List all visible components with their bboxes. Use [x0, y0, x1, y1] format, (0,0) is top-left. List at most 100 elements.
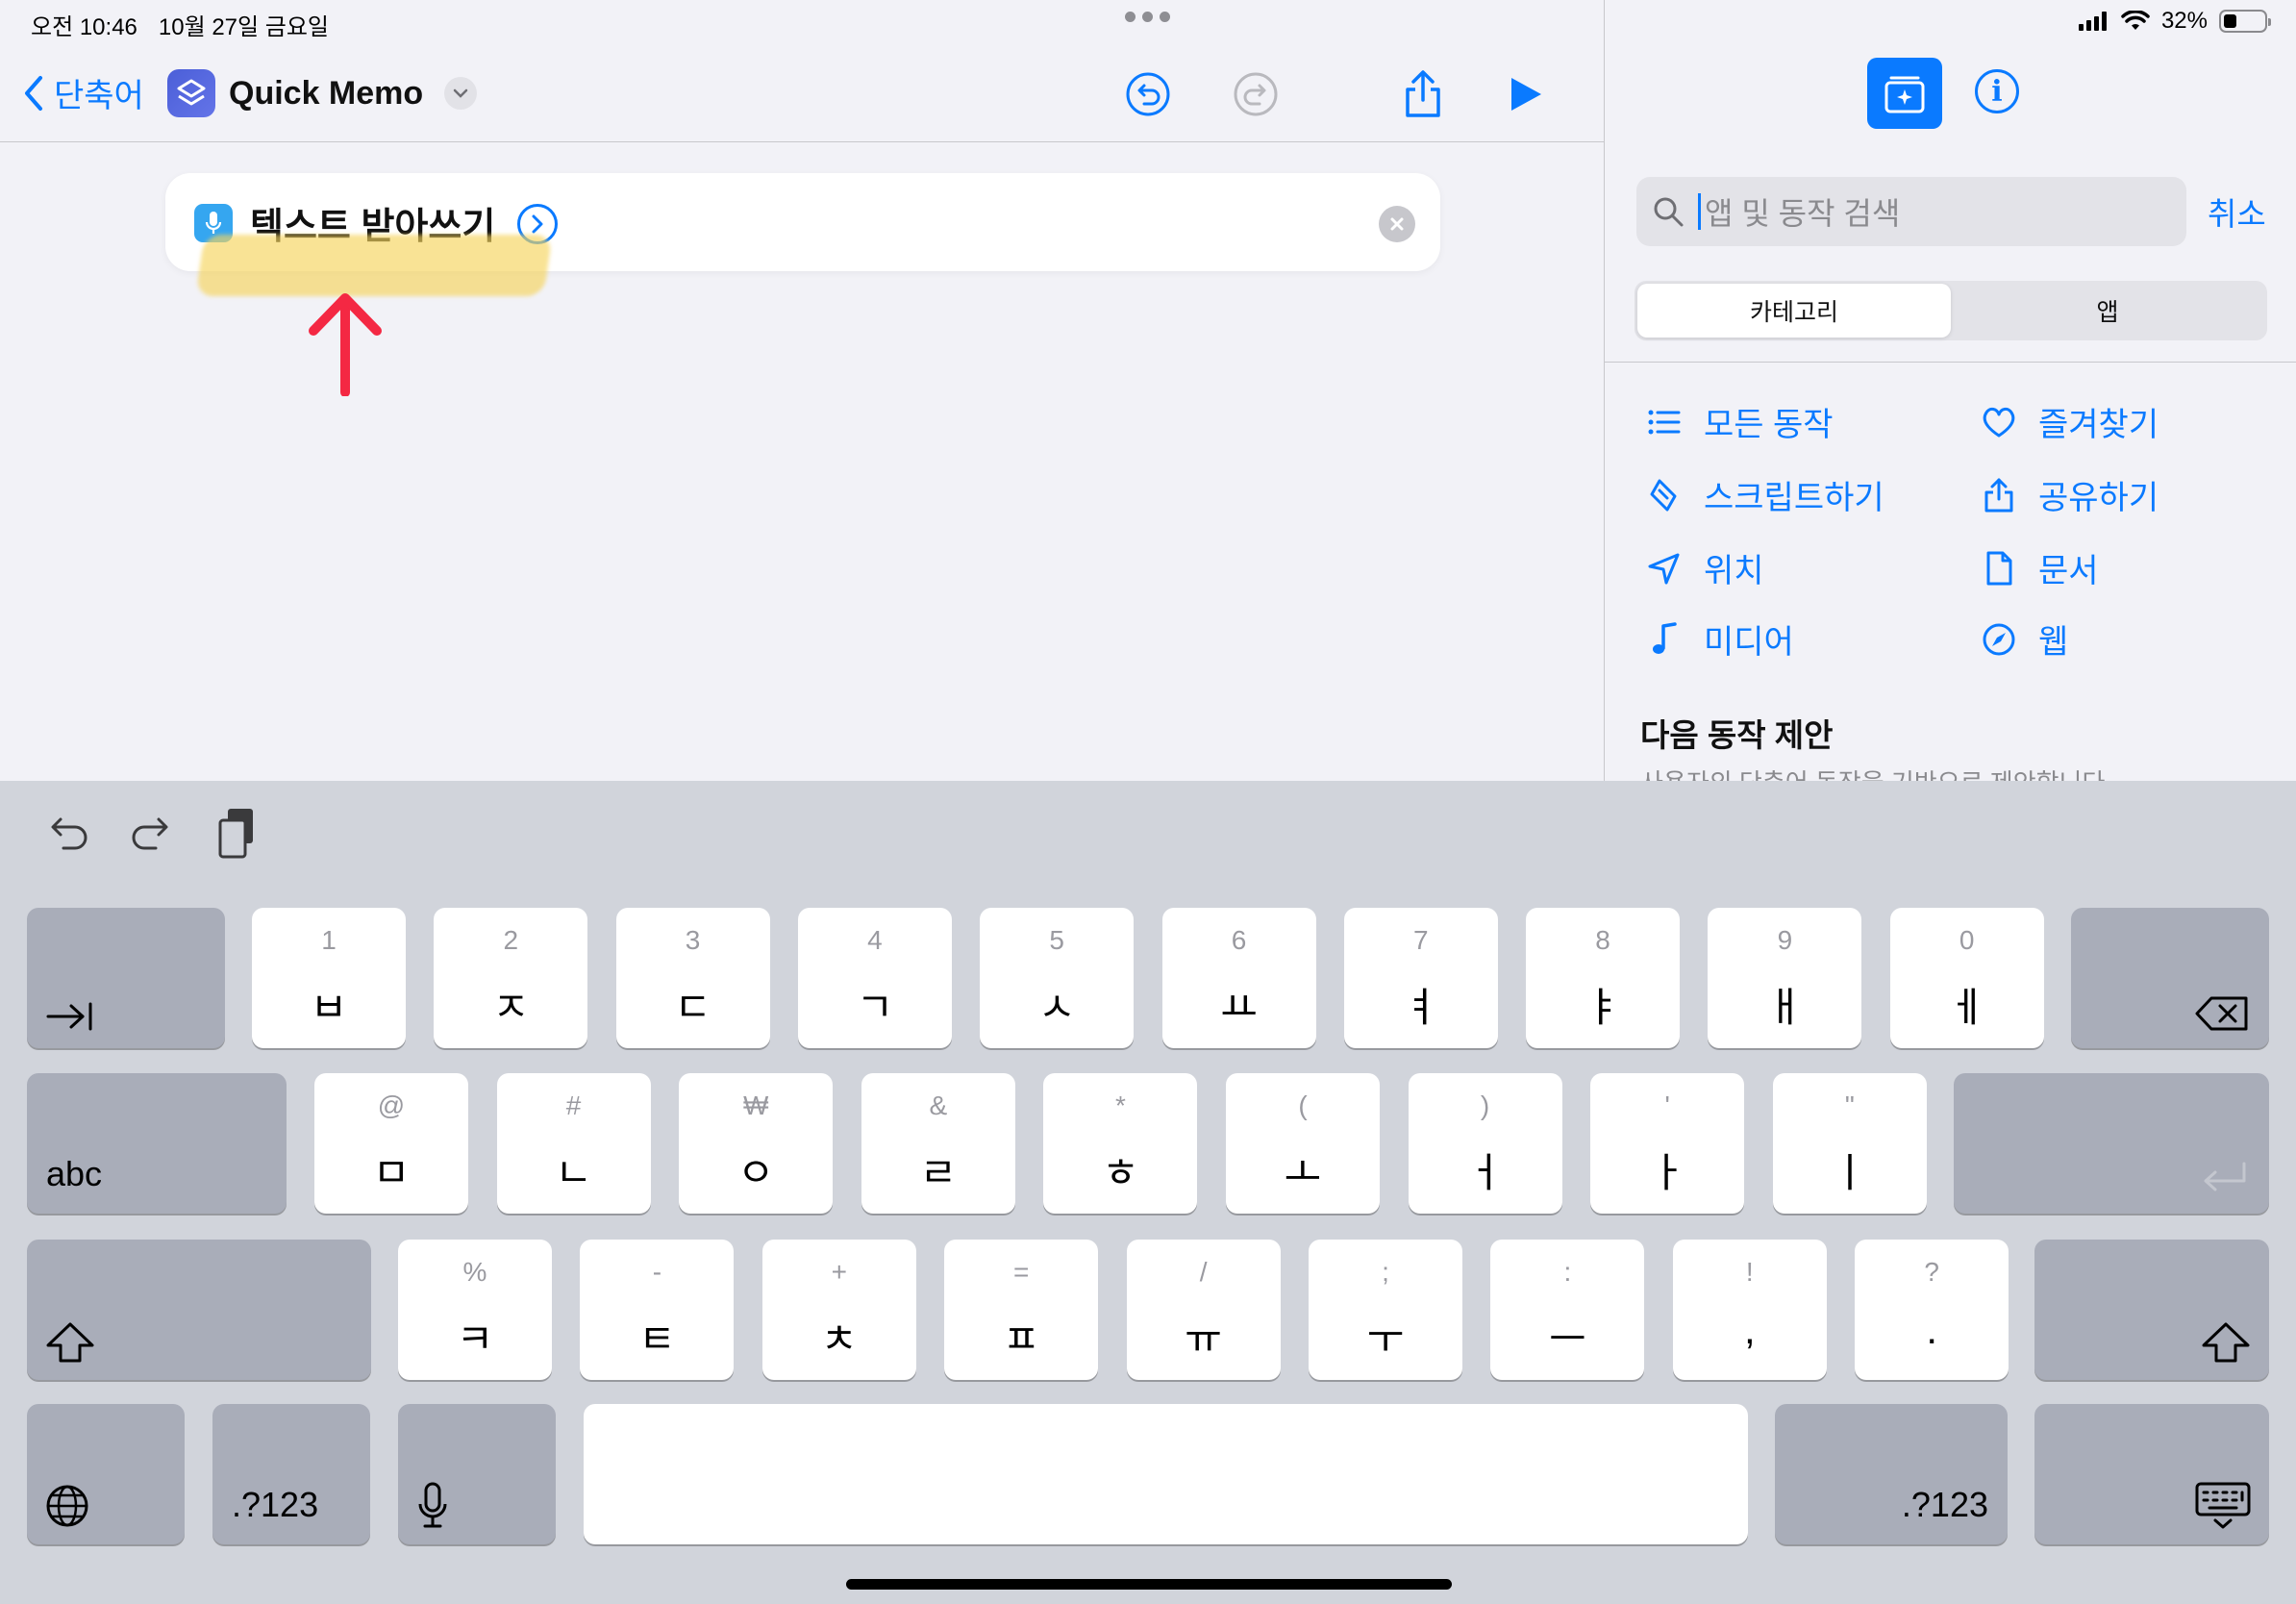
letter-key[interactable]: * ㅎ	[1043, 1073, 1198, 1214]
share-button[interactable]	[1396, 67, 1450, 121]
key-secondary-char: 4	[867, 925, 883, 955]
script-icon	[1650, 479, 1677, 511]
split-divider	[1604, 0, 1605, 781]
keyboard-paste-button[interactable]	[210, 804, 267, 862]
letter-key[interactable]: !,	[1672, 1240, 1827, 1380]
battery-level	[2224, 14, 2236, 28]
keyboard-redo-button[interactable]	[123, 804, 181, 862]
info-button[interactable]: i	[1975, 69, 2019, 113]
letter-key[interactable]: % ㅋ	[398, 1240, 552, 1380]
status-time: 오전 10:46	[31, 14, 137, 40]
letter-key[interactable]: 6ㅛ	[1161, 908, 1316, 1048]
letter-key[interactable]: @ ㅁ	[314, 1073, 468, 1214]
key-secondary-char: 9	[1777, 925, 1793, 955]
letter-key[interactable]: = ㅍ	[944, 1240, 1099, 1380]
category-label: 즐겨찾기	[2038, 407, 2159, 443]
letter-key[interactable]: + ㅊ	[761, 1240, 916, 1380]
category-favorites[interactable]: 즐겨찾기	[1981, 398, 2159, 445]
letter-key[interactable]: -ㅌ	[580, 1240, 735, 1380]
segment-apps[interactable]: 앱	[1951, 284, 2264, 338]
heart-icon	[1983, 407, 2015, 437]
key-primary-char: ㅜ	[1366, 1316, 1405, 1362]
key-primary-char: ㅕ	[1402, 985, 1440, 1030]
letter-key[interactable]: 3ㄷ	[615, 908, 770, 1048]
letter-key[interactable]: 1ㅂ	[252, 908, 406, 1048]
keyboard-undo-button[interactable]	[38, 804, 96, 862]
document-icon	[1986, 551, 2012, 585]
category-sharing[interactable]: 공유하기	[1981, 471, 2159, 518]
cancel-button[interactable]: 취소	[2208, 188, 2266, 235]
letter-key[interactable]: :ㅡ	[1490, 1240, 1645, 1380]
sidebar-divider	[1605, 362, 2296, 363]
category-scripting[interactable]: 스크립트하기	[1646, 471, 1884, 518]
letter-key[interactable]: 5ㅅ	[980, 908, 1135, 1048]
action-library-button[interactable]	[1867, 58, 1942, 129]
remove-action-button[interactable]	[1379, 206, 1415, 242]
letter-key[interactable]: ; ㅜ	[1309, 1240, 1462, 1380]
globe-icon	[44, 1483, 90, 1529]
action-search-field[interactable]: 앱 및 동작 검색	[1636, 177, 2186, 246]
left-shift-key[interactable]	[27, 1240, 371, 1380]
letter-key[interactable]: ?.	[1855, 1240, 2009, 1380]
key-primary-char: ㅠ	[1185, 1316, 1222, 1362]
key-primary-char: ㅋ	[456, 1316, 494, 1362]
segment-categories[interactable]: 카테고리	[1637, 284, 1951, 338]
abc-key[interactable]: abc	[27, 1073, 287, 1214]
action-library-icon	[1884, 76, 1925, 113]
letter-key[interactable]: ' ㅏ	[1590, 1073, 1745, 1214]
space-bar[interactable]	[584, 1404, 1748, 1544]
info-icon: i	[1991, 74, 2003, 109]
letter-key[interactable]: & ㄹ	[861, 1073, 1015, 1214]
tab-icon	[44, 1000, 96, 1033]
back-button[interactable]: 단축어	[23, 69, 144, 116]
next-action-suggestions-title: 다음 동작 제안	[1640, 717, 1834, 753]
letter-key[interactable]: 7ㅕ	[1343, 908, 1498, 1048]
key-primary-char: ㅅ	[1037, 985, 1076, 1030]
category-media[interactable]: 미디어	[1646, 615, 1794, 663]
run-button[interactable]	[1498, 67, 1552, 121]
letter-key[interactable]: # ㄴ	[496, 1073, 651, 1214]
category-location[interactable]: 위치	[1646, 544, 1764, 591]
globe-key[interactable]	[27, 1404, 185, 1544]
letter-key[interactable]: ) ㅓ	[1408, 1073, 1562, 1214]
keyboard-dismiss-icon	[2194, 1481, 2252, 1531]
key-secondary-char: %	[462, 1257, 487, 1287]
redo-circle-icon	[1234, 72, 1278, 116]
cellular-signal-icon	[2078, 12, 2107, 31]
multitasking-dots-icon[interactable]	[1125, 12, 1171, 23]
letter-key[interactable]: 2ㅈ	[434, 908, 588, 1048]
letter-key[interactable]: 8ㅑ	[1526, 908, 1681, 1048]
numbers-key-right[interactable]: .?123	[1775, 1404, 2008, 1544]
letter-key[interactable]: ₩ ㅇ	[679, 1073, 834, 1214]
category-all-actions[interactable]: 모든 동작	[1646, 398, 1834, 445]
shortcut-name: Quick Memo	[229, 74, 424, 112]
play-icon	[1511, 78, 1541, 111]
return-key[interactable]	[1954, 1073, 2269, 1214]
letter-key[interactable]: 9ㅐ	[1708, 908, 1862, 1048]
redo-button[interactable]	[1229, 67, 1283, 121]
undo-circle-icon	[1126, 72, 1170, 116]
status-date: 10월 27일 금요일	[158, 14, 330, 40]
letter-key[interactable]: / ㅠ	[1126, 1240, 1281, 1380]
letter-key[interactable]: " ㅣ	[1772, 1073, 1927, 1214]
category-web[interactable]: 웹	[1981, 615, 2068, 663]
tab-key[interactable]	[27, 908, 225, 1048]
chevron-down-icon	[444, 77, 478, 110]
category-documents[interactable]: 문서	[1981, 544, 2099, 591]
delete-key[interactable]	[2071, 908, 2269, 1048]
status-bar-right: 32%	[2078, 8, 2271, 35]
search-placeholder: 앱 및 동작 검색	[1705, 196, 1901, 231]
key-primary-char: ㅌ	[638, 1316, 676, 1362]
undo-button[interactable]	[1121, 67, 1175, 121]
dictation-key[interactable]	[398, 1404, 556, 1544]
key-primary-char: ㅈ	[491, 985, 530, 1030]
right-shift-key[interactable]	[2034, 1240, 2269, 1380]
letter-key[interactable]: 4ㄱ	[797, 908, 952, 1048]
letter-key[interactable]: (ㅗ	[1226, 1073, 1380, 1214]
numbers-key-left[interactable]: .?123	[212, 1404, 370, 1544]
letter-key[interactable]: 0ㅔ	[1889, 908, 2044, 1048]
key-secondary-char: 8	[1595, 925, 1610, 955]
dismiss-keyboard-key[interactable]	[2034, 1404, 2269, 1544]
key-secondary-char: ?	[1924, 1257, 1939, 1287]
shortcut-title-menu[interactable]: Quick Memo	[167, 69, 478, 117]
